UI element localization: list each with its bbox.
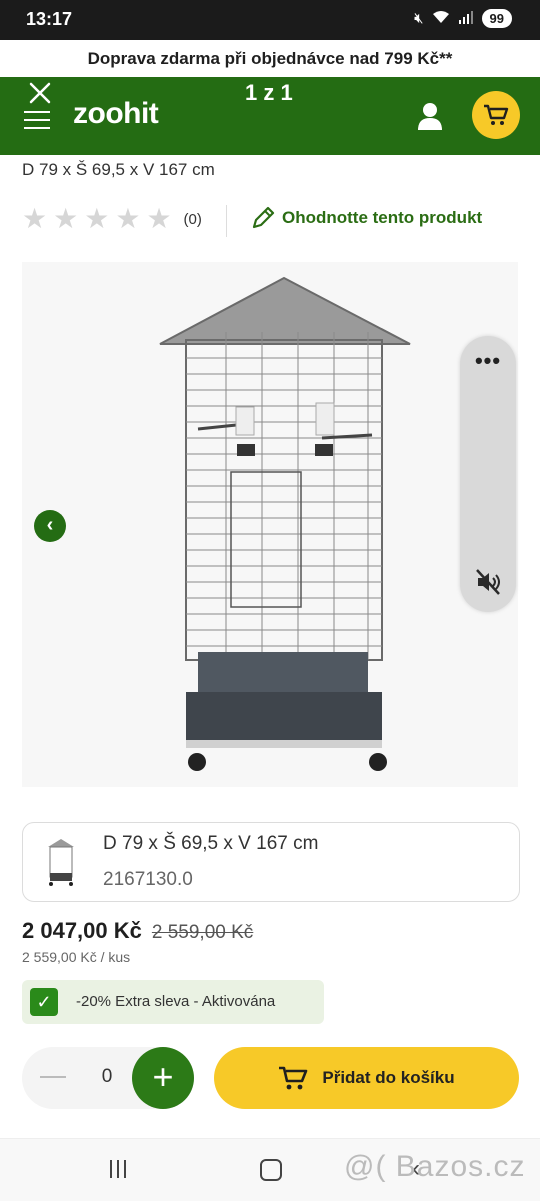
battery-icon: 99 bbox=[481, 9, 512, 28]
rate-product-link[interactable]: Ohodnotte tento produkt bbox=[250, 205, 482, 231]
watermark: @( Bazos.cz bbox=[344, 1150, 526, 1183]
gallery-counter: 1 z 1 bbox=[245, 80, 293, 105]
cart-icon bbox=[484, 104, 509, 125]
star-icon: ★ bbox=[53, 203, 79, 234]
price-block: 2 047,00 Kč 2 559,00 Kč bbox=[22, 918, 253, 944]
cart-button[interactable] bbox=[472, 91, 520, 139]
star-icon: ★ bbox=[84, 203, 110, 234]
mute-icon: 🔇︎ bbox=[414, 10, 424, 27]
extra-discount[interactable]: ✓ -20% Extra sleva - Aktivována bbox=[22, 980, 324, 1024]
rate-product-label: Ohodnotte tento produkt bbox=[282, 208, 483, 227]
add-to-cart-label: Přidat do košíku bbox=[322, 1068, 455, 1087]
close-icon[interactable] bbox=[28, 81, 56, 109]
home-icon[interactable] bbox=[260, 1159, 282, 1181]
unit-price: 2 559,00 Kč / kus bbox=[22, 949, 131, 965]
previous-image-button[interactable]: ‹ bbox=[34, 510, 66, 542]
star-icon: ★ bbox=[22, 203, 48, 234]
sound-muted-icon[interactable] bbox=[475, 568, 503, 601]
status-bar: 13:17 🔇︎ 99 bbox=[0, 0, 540, 40]
more-options-icon[interactable]: ••• bbox=[460, 348, 516, 374]
recent-apps-icon[interactable] bbox=[110, 1160, 126, 1178]
signal-icon bbox=[458, 10, 474, 28]
star-icon: ★ bbox=[146, 203, 172, 234]
discount-label: -20% Extra sleva - Aktivována bbox=[76, 993, 276, 1010]
checkbox-checked-icon[interactable]: ✓ bbox=[30, 988, 58, 1016]
status-icons: 🔇︎ 99 bbox=[414, 9, 512, 28]
current-price: 2 047,00 Kč bbox=[22, 918, 142, 943]
variant-code: 2167130.0 bbox=[103, 869, 193, 890]
promo-banner: Doprava zdarma při objednávce nad 799 Kč… bbox=[0, 40, 540, 77]
video-control-panel: ••• bbox=[460, 336, 516, 612]
variant-thumbnail bbox=[48, 839, 74, 886]
bird-cage-image bbox=[159, 276, 411, 771]
star-icon: ★ bbox=[115, 203, 141, 234]
menu-icon[interactable] bbox=[24, 111, 50, 135]
product-dimensions: D 79 x Š 69,5 x V 167 cm bbox=[22, 160, 215, 179]
quantity-value[interactable]: 0 bbox=[98, 1066, 116, 1088]
site-logo[interactable]: zoohit bbox=[73, 97, 159, 131]
user-icon[interactable] bbox=[417, 101, 443, 131]
pencil-icon bbox=[252, 206, 275, 229]
rating-stars: ★ ★ ★ ★ ★ bbox=[22, 203, 172, 235]
rating-count: (0) bbox=[183, 210, 202, 228]
add-to-cart-button[interactable]: Přidat do košíku bbox=[214, 1047, 519, 1109]
old-price: 2 559,00 Kč bbox=[151, 922, 254, 943]
divider bbox=[226, 205, 227, 237]
quantity-stepper: 0 + bbox=[22, 1047, 194, 1109]
site-header: zoohit 1 z 1 bbox=[0, 77, 540, 155]
status-time: 13:17 bbox=[26, 9, 73, 29]
decrease-quantity-button[interactable] bbox=[40, 1076, 66, 1078]
variant-name: D 79 x Š 69,5 x V 167 cm bbox=[103, 833, 319, 854]
increase-quantity-button[interactable]: + bbox=[132, 1047, 194, 1109]
wifi-icon bbox=[432, 10, 450, 28]
variant-option[interactable]: D 79 x Š 69,5 x V 167 cm 2167130.0 bbox=[22, 822, 520, 902]
product-image-gallery[interactable] bbox=[22, 262, 518, 787]
cart-icon bbox=[279, 1066, 308, 1090]
product-rating: ★ ★ ★ ★ ★ (0) bbox=[22, 203, 202, 235]
